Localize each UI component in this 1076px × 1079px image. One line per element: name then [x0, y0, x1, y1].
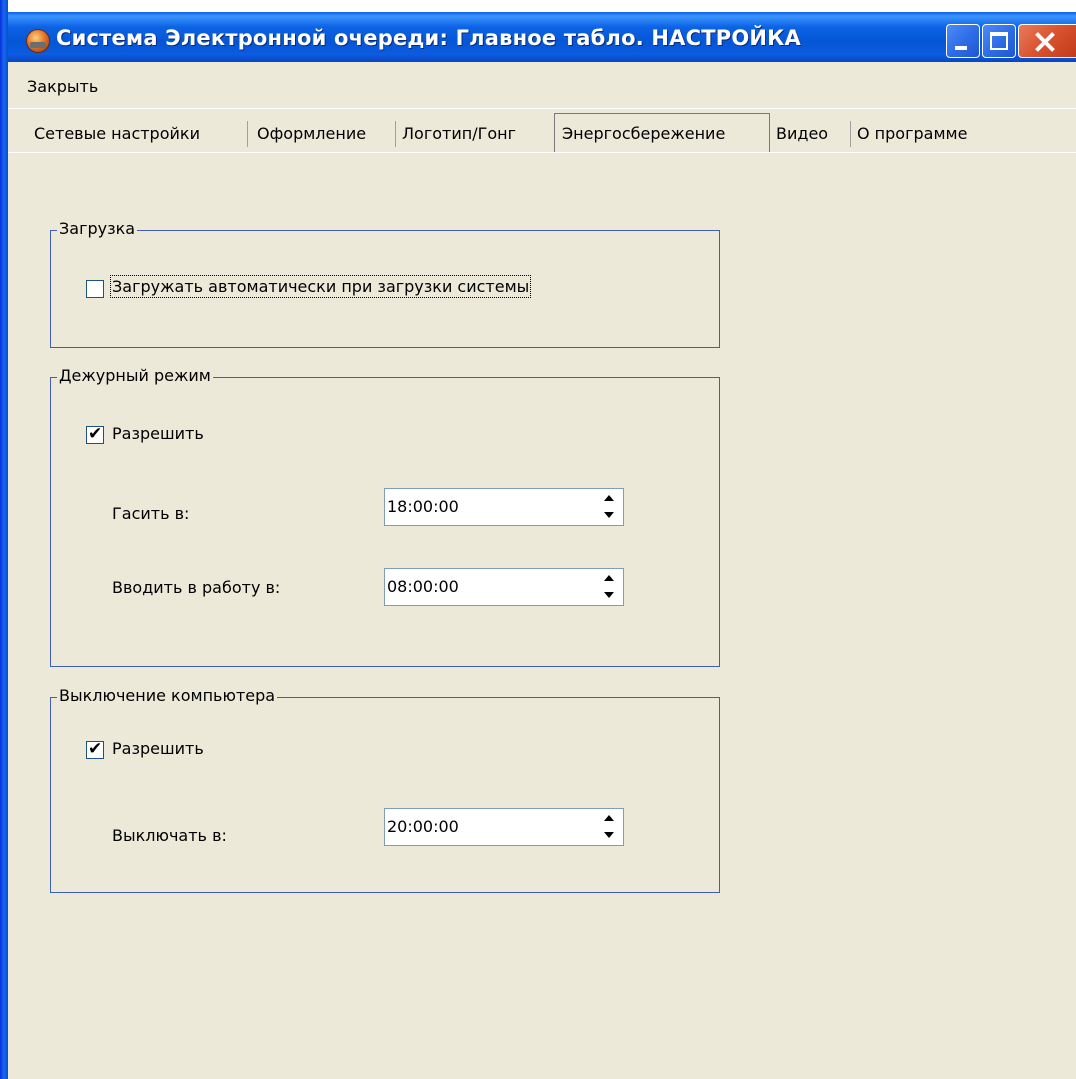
shutdown-time-value[interactable]: 20:00:00 [387, 817, 459, 836]
window-title: Система Электронной очереди: Главное таб… [56, 26, 801, 50]
app-helmet-icon[interactable] [26, 29, 50, 53]
minimize-button[interactable] [946, 24, 980, 58]
tab-energy-saving[interactable]: Энергосбережение [554, 113, 770, 153]
spin-down-arrow-icon[interactable] [597, 827, 621, 843]
spin-up-arrow-icon[interactable] [597, 571, 621, 587]
standby-off-time-value[interactable]: 18:00:00 [387, 497, 459, 516]
tab-strip: Сетевые настройки Оформление Логотип/Гон… [8, 113, 1076, 153]
tab-separator [395, 121, 396, 147]
standby-enable-checkbox[interactable]: ✔ [86, 424, 104, 444]
menu-separator [8, 108, 1076, 109]
spin-down-arrow-icon[interactable] [597, 507, 621, 523]
shutdown-time-field[interactable]: 20:00:00 [384, 808, 624, 846]
standby-enable-label[interactable]: Разрешить [112, 424, 204, 443]
spin-up-arrow-icon[interactable] [597, 811, 621, 827]
autoload-label[interactable]: Загружать автоматически при загрузки сис… [109, 275, 532, 298]
standby-on-label: Вводить в работу в: [112, 578, 281, 597]
menu-bar: Закрыть [8, 72, 1076, 102]
group-load-legend: Загрузка [57, 219, 138, 238]
autoload-checkbox[interactable] [86, 280, 104, 298]
spin-down-arrow-icon[interactable] [597, 587, 621, 603]
window-left-border [0, 0, 8, 1079]
tab-appearance[interactable]: Оформление [257, 120, 366, 148]
tab-about[interactable]: О программе [857, 120, 967, 148]
close-button[interactable] [1018, 24, 1076, 58]
check-icon: ✔ [88, 739, 103, 759]
group-shutdown-legend: Выключение компьютера [57, 686, 278, 705]
spin-buttons [597, 811, 621, 843]
tab-network-settings[interactable]: Сетевые настройки [34, 120, 200, 148]
shutdown-enable-checkbox[interactable]: ✔ [86, 739, 104, 759]
group-shutdown: Выключение компьютера [50, 686, 720, 893]
check-icon: ✔ [88, 424, 103, 444]
tab-video[interactable]: Видео [776, 120, 828, 148]
tab-separator [850, 121, 851, 147]
main-window: Система Электронной очереди: Главное таб… [0, 0, 1076, 1079]
tab-baseline [8, 152, 1076, 153]
shutdown-time-label: Выключать в: [112, 826, 227, 845]
shutdown-enable-label[interactable]: Разрешить [112, 739, 204, 758]
spin-buttons [597, 491, 621, 523]
tab-separator [247, 121, 248, 147]
standby-on-time-value[interactable]: 08:00:00 [387, 577, 459, 596]
tab-energy-saving-label: Энергосбережение [562, 124, 726, 143]
group-standby-legend: Дежурный режим [57, 366, 213, 385]
screen-top-strip [0, 0, 1076, 12]
title-bar[interactable]: Система Электронной очереди: Главное таб… [0, 12, 1076, 62]
menu-item-close[interactable]: Закрыть [27, 77, 98, 96]
tab-logo-gong[interactable]: Логотип/Гонг [402, 120, 516, 148]
standby-on-time-field[interactable]: 08:00:00 [384, 568, 624, 606]
maximize-button[interactable] [982, 24, 1016, 58]
standby-off-time-field[interactable]: 18:00:00 [384, 488, 624, 526]
spin-buttons [597, 571, 621, 603]
spin-up-arrow-icon[interactable] [597, 491, 621, 507]
standby-off-label: Гасить в: [112, 504, 190, 523]
